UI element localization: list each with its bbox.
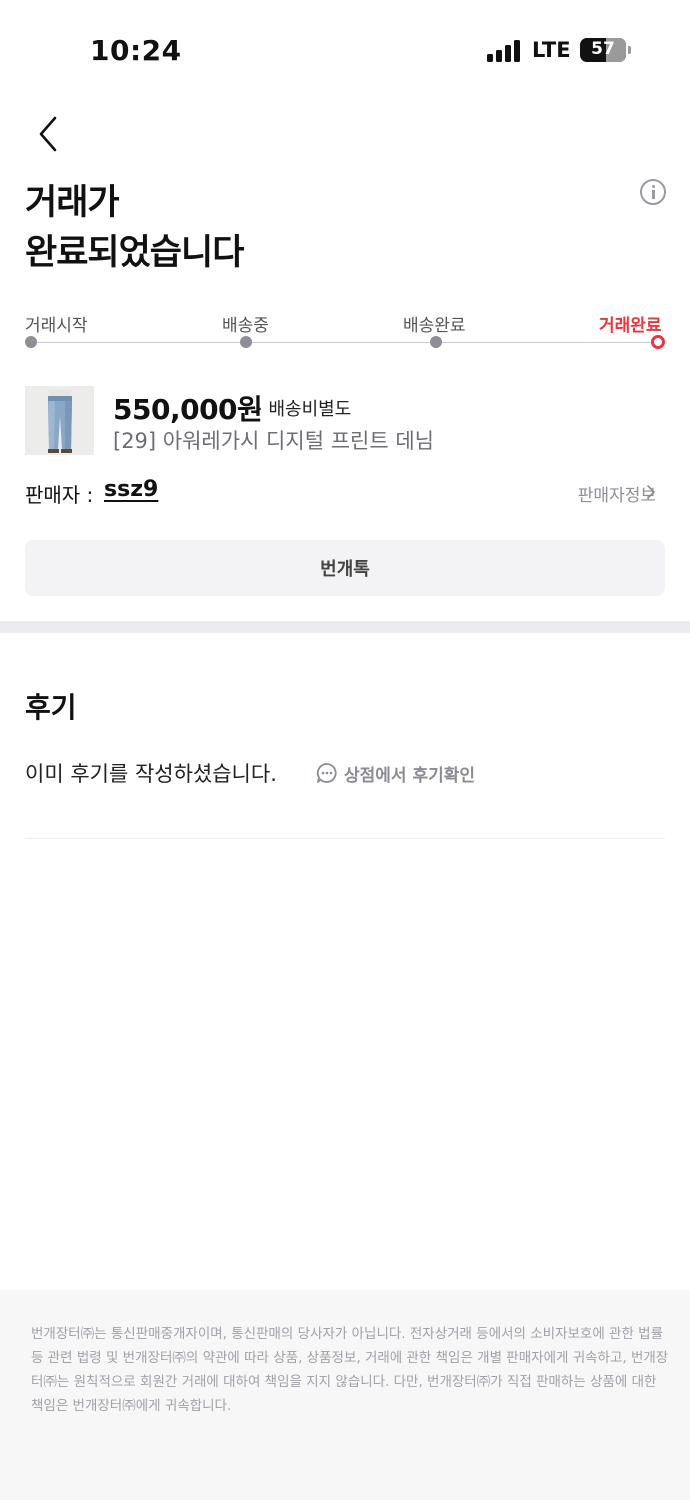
view-review-in-shop-link[interactable]: 상점에서 후기확인: [316, 759, 475, 787]
chat-bubble-icon: [316, 763, 337, 783]
footer: 번개장터㈜는 통신판매중개자이며, 통신판매의 당사자가 아닙니다. 전자상거래…: [0, 1290, 690, 1500]
bunjang-talk-button[interactable]: 번개톡: [25, 540, 665, 596]
battery-icon: 57: [580, 38, 626, 62]
review-heading: 후기: [25, 691, 77, 724]
step-label-delivered: 배송완료: [403, 316, 466, 336]
seller-name-link[interactable]: ssz9: [104, 477, 158, 502]
shipping-note: · 배송비별도: [257, 399, 352, 420]
step-dot-shipping: [240, 336, 252, 348]
step-label-start: 거래시작: [25, 316, 88, 336]
step-dot-start: [25, 336, 37, 348]
back-button[interactable]: [30, 112, 70, 156]
chevron-left-icon: [39, 116, 57, 152]
review-link-label: 상점에서 후기확인: [344, 765, 476, 786]
page-title: 거래가 완료되었습니다: [25, 178, 244, 278]
progress-steps: 거래시작 배송중 배송완료 거래완료: [0, 300, 690, 360]
info-button[interactable]: [640, 179, 666, 205]
chevron-right-icon: [647, 485, 655, 499]
page-title-line1: 거래가: [25, 183, 120, 223]
step-dot-delivered: [430, 336, 442, 348]
product-image[interactable]: [25, 386, 94, 455]
product-price: 550,000원: [113, 393, 263, 426]
product-name[interactable]: [29] 아워레가시 디지털 프린트 데님: [113, 425, 434, 455]
battery-level: 57: [591, 39, 615, 59]
seller-label: 판매자 :: [25, 483, 94, 507]
step-label-shipping: 배송중: [222, 316, 269, 336]
divider: [25, 838, 665, 839]
review-message: 이미 후기를 작성하셨습니다.: [25, 762, 277, 786]
signal-icon: [487, 40, 521, 62]
network-type: LTE: [532, 38, 571, 62]
step-dot-complete: [651, 335, 665, 349]
jeans-image: [25, 386, 94, 455]
progress-line: [31, 342, 656, 343]
section-divider: [0, 621, 690, 633]
status-time: 10:24: [90, 34, 182, 67]
page-title-line2: 완료되었습니다: [25, 233, 244, 273]
status-bar: 10:24 LTE 57: [0, 0, 690, 100]
footer-disclaimer: 번개장터㈜는 통신판매중개자이며, 통신판매의 당사자가 아닙니다. 전자상거래…: [31, 1326, 669, 1414]
info-icon: [652, 185, 655, 188]
step-label-complete: 거래완료: [599, 316, 662, 336]
